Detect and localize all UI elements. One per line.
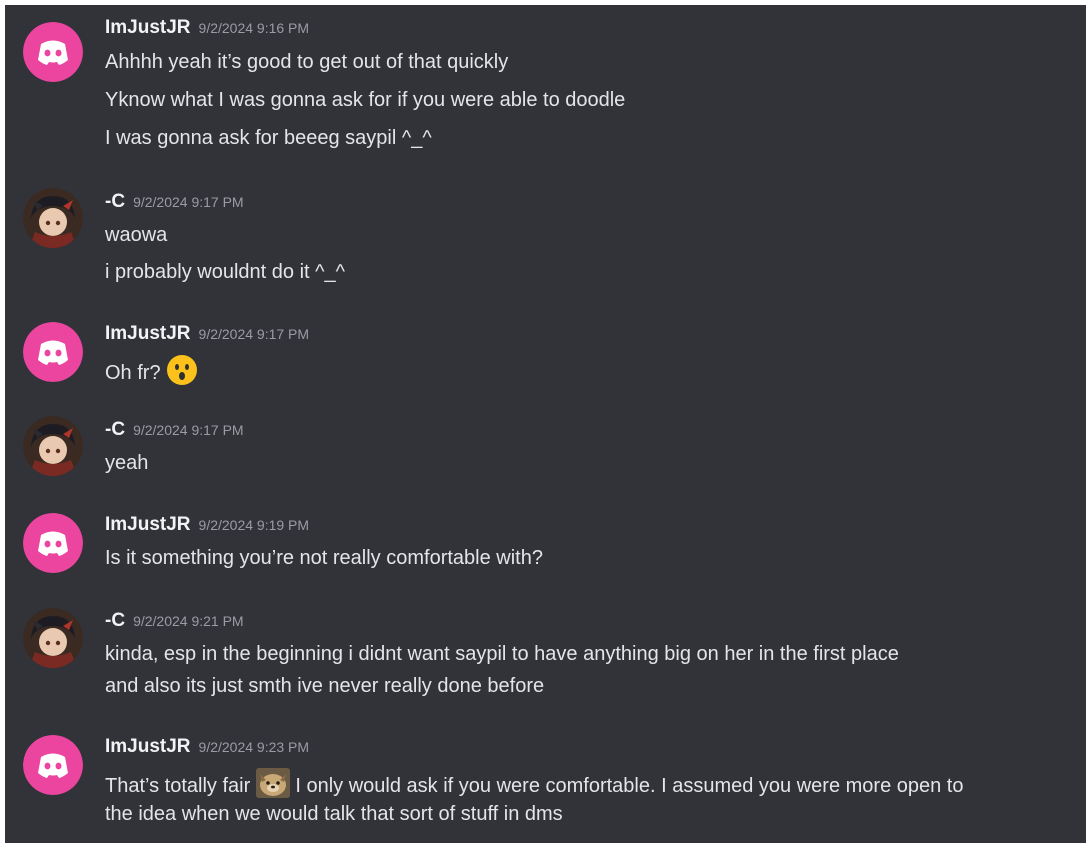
discord-avatar-icon[interactable] [23, 513, 83, 573]
message-line: and also its just smth ive never really … [105, 675, 545, 697]
username[interactable]: ImJustJR [105, 514, 191, 535]
message-line-container: Oh fr? [105, 354, 198, 393]
message-timestamp: 9/2/2024 9:23 PM [198, 739, 310, 755]
message-line: the idea when we would talk that sort of… [105, 803, 563, 825]
message-line: I only would ask if you were comfortable… [295, 774, 964, 797]
username[interactable]: -C [105, 419, 125, 440]
message-timestamp: 9/2/2024 9:17 PM [133, 422, 244, 438]
message-timestamp: 9/2/2024 9:16 PM [198, 20, 310, 36]
message-timestamp: 9/2/2024 9:17 PM [198, 326, 310, 342]
message-line: I was gonna ask for beeeg saypil ^_^ [105, 127, 432, 149]
message-line: kinda, esp in the beginning i didnt want… [105, 643, 899, 665]
message-timestamp: 9/2/2024 9:17 PM [133, 194, 244, 210]
chat-message-list: ImJustJR 9/2/2024 9:16 PM Ahhhh yeah it’s… [5, 5, 1086, 843]
message-line: Oh fr? [105, 361, 161, 384]
anime-character-avatar-icon[interactable] [23, 608, 83, 668]
message-line: Ahhhh yeah it’s good to get out of that … [105, 51, 509, 73]
username[interactable]: ImJustJR [105, 323, 191, 344]
message-timestamp: 9/2/2024 9:21 PM [133, 613, 244, 629]
username[interactable]: ImJustJR [105, 736, 191, 757]
message-line: yeah [105, 452, 149, 474]
hushed-face-emoji-icon[interactable] [166, 354, 198, 393]
message-line: Is it something you’re not really comfor… [105, 547, 543, 569]
anime-character-avatar-icon[interactable] [23, 416, 83, 476]
message-line: That’s totally fair [105, 774, 251, 797]
message-line-container: That’s totally fair I only would ask if … [105, 768, 963, 805]
custom-dog-emoji-icon[interactable] [255, 768, 290, 805]
message-line: waowa [105, 224, 168, 246]
discord-avatar-icon[interactable] [23, 322, 83, 382]
message-line: i probably wouldnt do it ^_^ [105, 261, 346, 283]
discord-avatar-icon[interactable] [23, 22, 83, 82]
username[interactable]: -C [105, 610, 125, 631]
username[interactable]: -C [105, 191, 125, 212]
username[interactable]: ImJustJR [105, 17, 191, 38]
message-timestamp: 9/2/2024 9:19 PM [198, 517, 310, 533]
anime-character-avatar-icon[interactable] [23, 188, 83, 248]
discord-avatar-icon[interactable] [23, 735, 83, 795]
message-line: Yknow what I was gonna ask for if you we… [105, 89, 626, 111]
